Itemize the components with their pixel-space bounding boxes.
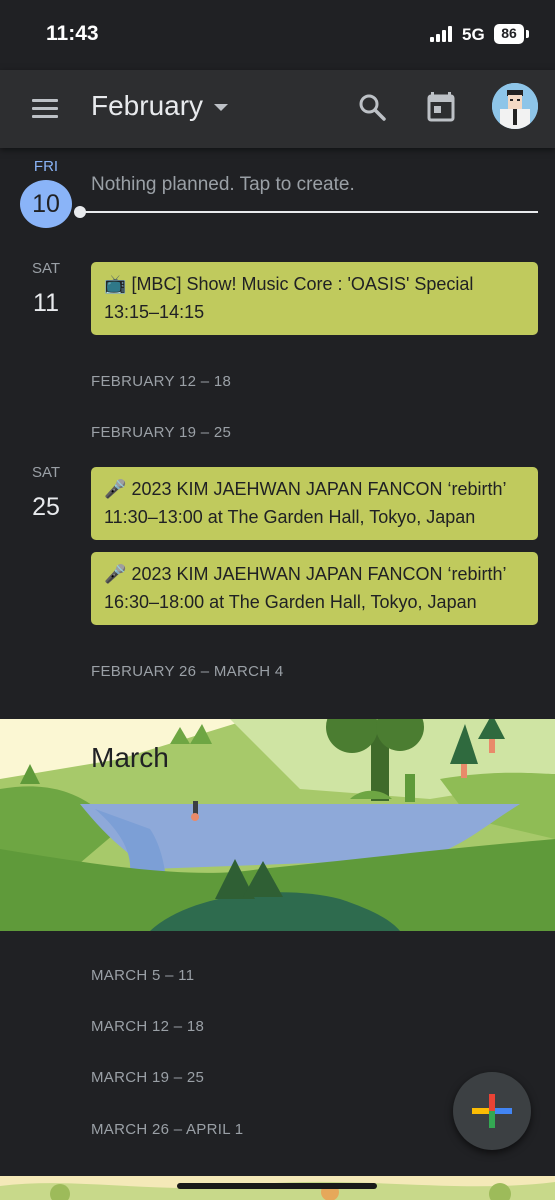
plus-icon (472, 1094, 512, 1128)
week-header: MARCH 26 – APRIL 1 (91, 1121, 244, 1138)
day-number: 25 (32, 493, 60, 521)
week-header: FEBRUARY 26 – MARCH 4 (91, 663, 284, 680)
battery-icon: 86 (494, 24, 524, 44)
event-card[interactable]: 📺 [MBC] Show! Music Core : 'OASIS' Speci… (91, 262, 538, 335)
event-time: 16:30–18:00 at The Garden Hall, Tokyo, J… (104, 592, 477, 612)
week-header: FEBRUARY 12 – 18 (91, 373, 232, 390)
battery-nub (526, 30, 529, 38)
network-type: 5G (462, 25, 485, 44)
day-number: 11 (33, 289, 59, 317)
home-indicator[interactable] (177, 1183, 377, 1189)
create-event-button[interactable] (453, 1072, 531, 1150)
chevron-down-icon[interactable] (214, 104, 228, 111)
week-header: FEBRUARY 19 – 25 (91, 424, 232, 441)
nothing-planned-text[interactable]: Nothing planned. Tap to create. (91, 174, 355, 196)
microphone-icon: 🎤 (104, 479, 127, 499)
avatar[interactable] (492, 83, 538, 129)
status-bar: 11:43 5G 86 (0, 0, 555, 70)
month-banner-illustration (0, 719, 555, 931)
week-header: MARCH 19 – 25 (91, 1069, 205, 1086)
event-card[interactable]: 🎤 2023 KIM JAEHWAN JAPAN FANCON ‘rebirth… (91, 467, 538, 540)
event-title-text: 2023 KIM JAEHWAN JAPAN FANCON ‘rebirth’ (131, 479, 507, 499)
event-title: 🎤 2023 KIM JAEHWAN JAPAN FANCON ‘rebirth… (104, 479, 507, 500)
signal-icon (430, 26, 456, 42)
day-of-week: SAT (31, 260, 61, 277)
week-header: MARCH 5 – 11 (91, 967, 195, 984)
event-time: 11:30–13:00 at The Garden Hall, Tokyo, J… (104, 507, 476, 527)
current-time-line (80, 211, 538, 213)
battery-level: 86 (501, 25, 517, 41)
app-bar: February (0, 70, 555, 148)
status-time: 11:43 (46, 22, 99, 45)
day-of-week: SAT (31, 464, 61, 481)
menu-icon[interactable] (30, 96, 60, 120)
event-card[interactable]: 🎤 2023 KIM JAEHWAN JAPAN FANCON ‘rebirth… (91, 552, 538, 625)
event-title-text: 2023 KIM JAEHWAN JAPAN FANCON ‘rebirth’ (131, 564, 507, 584)
tv-icon: 📺 (104, 274, 127, 294)
event-title-text: [MBC] Show! Music Core : 'OASIS' Special (131, 274, 474, 294)
calendar-today-icon[interactable] (427, 92, 455, 122)
current-time-dot (74, 206, 86, 218)
microphone-icon: 🎤 (104, 564, 127, 584)
day-of-week-today: FRI (33, 158, 59, 175)
month-banner-title: March (91, 742, 169, 773)
event-title: 📺 [MBC] Show! Music Core : 'OASIS' Speci… (104, 274, 473, 295)
week-header: MARCH 12 – 18 (91, 1018, 205, 1035)
month-title[interactable]: February (91, 90, 203, 122)
event-title: 🎤 2023 KIM JAEHWAN JAPAN FANCON ‘rebirth… (104, 564, 507, 585)
search-icon[interactable] (358, 93, 386, 121)
day-number-today: 10 (32, 190, 60, 218)
event-time: 13:15–14:15 (104, 302, 205, 322)
